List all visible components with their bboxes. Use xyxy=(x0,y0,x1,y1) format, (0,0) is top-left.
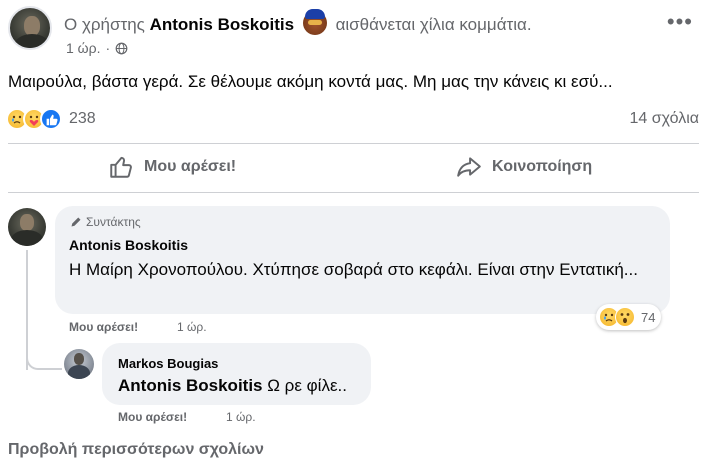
more-options-icon[interactable]: ••• xyxy=(667,11,693,33)
meta-separator: · xyxy=(105,40,111,56)
comment-author-name[interactable]: Antonis Boskoitis xyxy=(69,237,188,253)
divider-top xyxy=(8,143,699,144)
thread-curve xyxy=(26,350,62,370)
post-author-name[interactable]: Antonis Boskoitis xyxy=(150,15,295,34)
like-icon xyxy=(40,108,62,130)
feeling-text: αισθάνεται χίλια κομμάτια. xyxy=(335,15,532,34)
reaction-count: 238 xyxy=(69,110,96,127)
share-button[interactable]: Κοινοποίηση xyxy=(456,154,592,180)
thumbs-up-icon xyxy=(110,156,132,178)
comment-like-button[interactable]: Μου αρέσει! xyxy=(69,320,138,334)
comment-time[interactable]: 1 ώρ. xyxy=(177,320,207,334)
reply-like-button[interactable]: Μου αρέσει! xyxy=(118,410,187,424)
post-text: Μαιρούλα, βάστα γερά. Σε θέλουμε ακόμη κ… xyxy=(8,72,613,91)
reply-text: Antonis Boskoitis Ω ρε φίλε.. xyxy=(118,376,347,396)
post-header: Ο χρήστης Antonis Boskoitis αισθάνεται χ… xyxy=(64,9,532,35)
divider-bottom xyxy=(8,192,699,193)
comment-text: Η Μαίρη Χρονοπούλου. Χτύπησε σοβαρά στο … xyxy=(69,260,638,279)
share-button-label: Κοινοποίηση xyxy=(492,158,593,175)
feeling-emoji-icon xyxy=(302,9,327,35)
globe-icon[interactable] xyxy=(115,42,128,55)
post-meta: 1 ώρ. · xyxy=(66,40,128,56)
header-prefix: Ο χρήστης xyxy=(64,15,145,34)
like-button[interactable]: Μου αρέσει! xyxy=(108,154,236,180)
reply-time[interactable]: 1 ώρ. xyxy=(226,410,256,424)
wow-icon xyxy=(615,307,635,327)
view-more-comments-link[interactable]: Προβολή περισσότερων σχολίων xyxy=(8,441,264,459)
post-time[interactable]: 1 ώρ. xyxy=(66,40,100,56)
comments-count[interactable]: 14 σχόλια xyxy=(630,110,699,128)
pencil-icon xyxy=(71,217,81,227)
reply-author-name[interactable]: Markos Bougias xyxy=(118,356,218,371)
share-arrow-icon xyxy=(457,157,481,177)
reply-avatar[interactable] xyxy=(64,349,94,379)
author-badge-label: Συντάκτης xyxy=(86,215,141,229)
reactions-summary[interactable]: 238 xyxy=(6,108,96,130)
reply-body: Ω ρε φίλε.. xyxy=(267,376,347,395)
post-author-avatar[interactable] xyxy=(8,6,52,50)
reply-mention[interactable]: Antonis Boskoitis xyxy=(118,376,263,395)
comment-avatar[interactable] xyxy=(8,208,46,246)
comment-reactions[interactable]: 74 xyxy=(596,304,662,330)
author-badge: Συντάκτης xyxy=(70,215,141,229)
like-button-label: Μου αρέσει! xyxy=(144,158,237,175)
comment-reaction-count: 74 xyxy=(641,309,656,325)
